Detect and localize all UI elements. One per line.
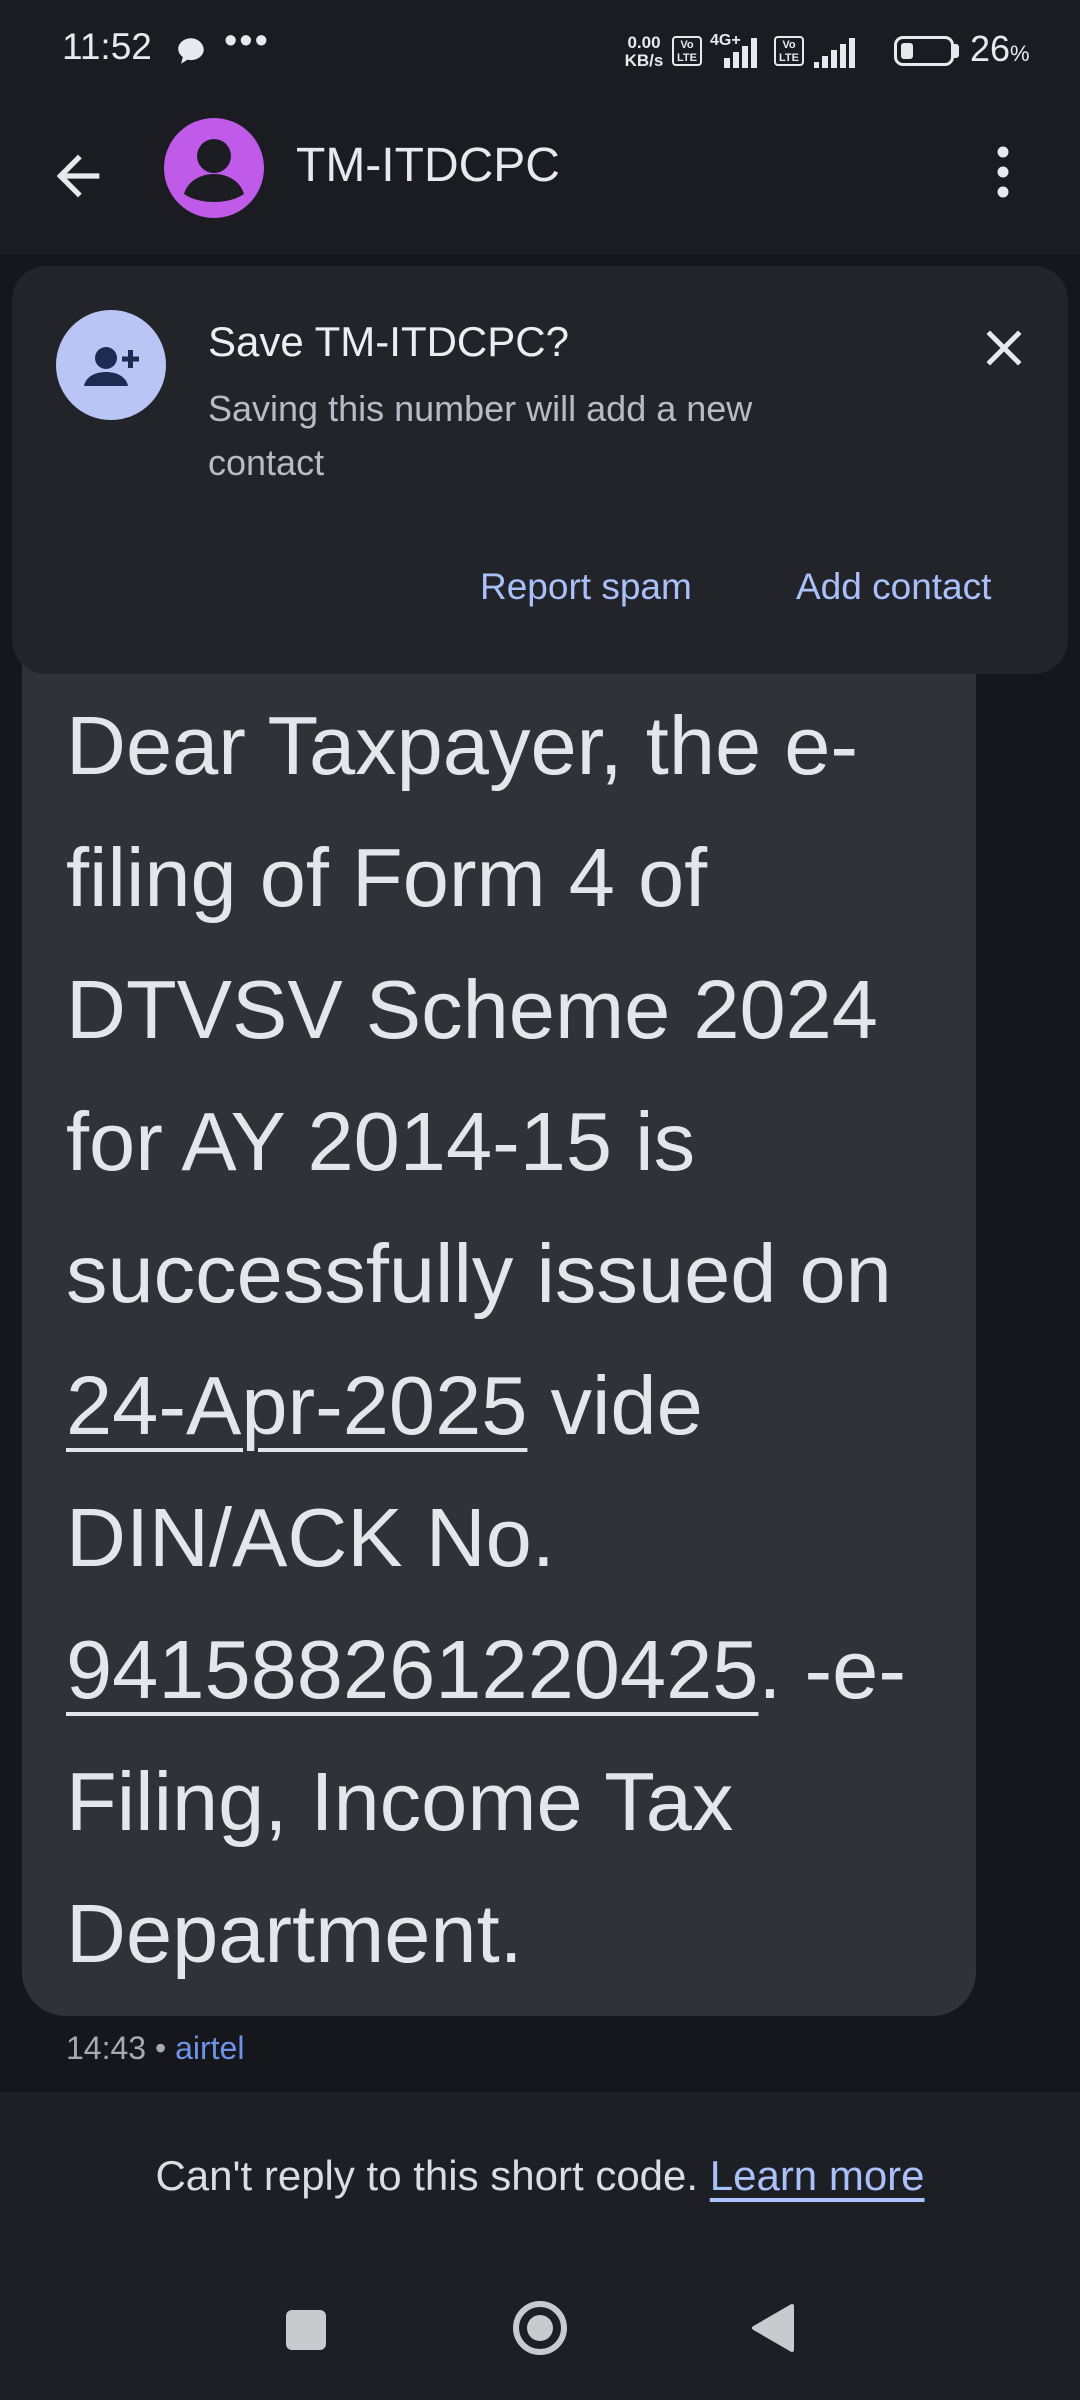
message-time: 14:43 <box>66 2030 147 2066</box>
battery-percent-symbol: % <box>1010 41 1030 66</box>
add-contact-button[interactable]: Add contact <box>796 566 991 608</box>
cant-reply-notice: Can't reply to this short code. Learn mo… <box>0 2152 1080 2200</box>
date-link[interactable]: 24-Apr-2025 <box>66 1359 527 1452</box>
back-arrow-icon[interactable] <box>46 144 110 208</box>
person-icon <box>184 139 244 202</box>
carrier-label: airtel <box>175 2030 245 2066</box>
battery-tip <box>954 44 959 58</box>
conversation-header: TM-ITDCPC <box>0 104 1080 254</box>
more-options-icon[interactable] <box>978 142 1028 202</box>
net-speed-unit: KB/s <box>624 51 664 70</box>
volte-badge-2: Vo LTE <box>774 36 804 66</box>
battery-percent: 26% <box>970 28 1030 70</box>
chat-notification-icon <box>178 38 204 64</box>
message-text: Dear Taxpayer, the e-filing of Form 4 of… <box>66 680 966 2000</box>
more-notifications-icon: ••• <box>224 20 270 62</box>
save-card-title: Save TM-ITDCPC? <box>208 318 569 365</box>
contact-avatar[interactable] <box>164 118 264 218</box>
battery-icon <box>894 36 954 66</box>
recents-nav-icon[interactable] <box>286 2310 326 2350</box>
learn-more-link[interactable]: Learn more <box>710 2152 925 2199</box>
home-nav-icon[interactable] <box>510 2298 570 2358</box>
meta-separator: • <box>154 2030 167 2066</box>
message-bubble[interactable]: Dear Taxpayer, the e-filing of Form 4 of… <box>22 620 976 2016</box>
report-spam-button[interactable]: Report spam <box>480 566 692 608</box>
ack-number-link[interactable]: 941588261220425 <box>66 1623 758 1716</box>
battery-percent-value: 26 <box>970 28 1011 69</box>
conversation-title[interactable]: TM-ITDCPC <box>296 138 560 193</box>
battery-level-fill <box>901 43 913 59</box>
save-card-subtitle: Saving this number will add a new contac… <box>208 388 753 483</box>
save-contact-card: Save TM-ITDCPC? Saving this number will … <box>12 266 1068 674</box>
net-speed: 0.00 KB/s <box>620 34 668 70</box>
signal-icon-2 <box>814 38 855 68</box>
net-speed-value: 0.00 <box>627 33 661 52</box>
close-icon[interactable] <box>974 318 1034 378</box>
volte-badge-1: Vo LTE <box>672 36 702 66</box>
status-time: 11:52 <box>62 26 152 67</box>
status-bar: 11:52 ••• 0.00 KB/s Vo LTE 4G+ Vo LTE 26… <box>0 0 1080 104</box>
add-person-icon <box>56 310 166 420</box>
back-nav-icon[interactable] <box>748 2302 796 2354</box>
message-meta: 14:43 • airtel <box>66 2030 244 2067</box>
reply-footer: Can't reply to this short code. Learn mo… <box>0 2092 1080 2400</box>
cant-reply-text: Can't reply to this short code. <box>155 2152 699 2199</box>
message-text-part: Dear Taxpayer, the e-filing of Form 4 of… <box>66 699 892 1320</box>
signal-icon-1 <box>724 38 757 68</box>
